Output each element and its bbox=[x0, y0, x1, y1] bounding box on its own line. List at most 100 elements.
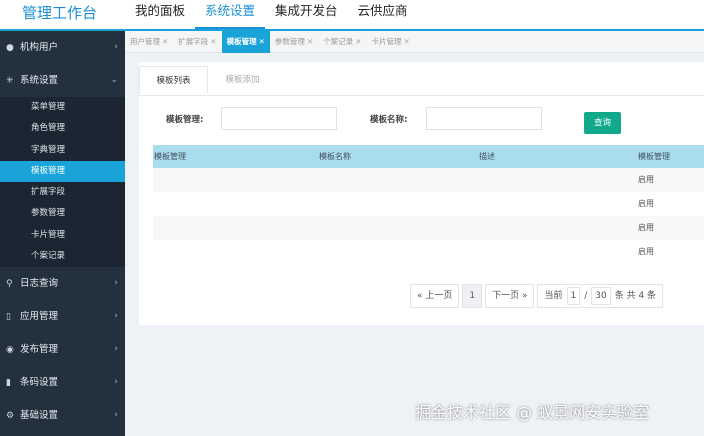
sidebar-group-org-users[interactable]: ● 机构用户 › bbox=[0, 31, 125, 64]
sidebar-item-template-manage[interactable]: 模板管理 bbox=[0, 160, 125, 183]
table-cell bbox=[153, 240, 318, 264]
top-nav: 我的面板 系统设置 集成开发台 云供应商 bbox=[125, 0, 418, 29]
column-header[interactable]: 模板管理 bbox=[153, 145, 318, 168]
sidebar-item-param-manage[interactable]: 参数管理 bbox=[0, 203, 125, 224]
tab-label: 个案记录 bbox=[323, 37, 354, 46]
status-cell: 启用 bbox=[638, 175, 654, 184]
close-icon[interactable]: ✕ bbox=[307, 37, 313, 46]
tab-label: 模板管理 bbox=[226, 37, 257, 46]
table-cell bbox=[478, 240, 637, 264]
close-icon[interactable]: ✕ bbox=[210, 37, 216, 46]
card-tabs: 模板列表 模板添加 bbox=[139, 66, 277, 96]
table-cell bbox=[318, 216, 478, 240]
topnav-cloud-supplier[interactable]: 云供应商 bbox=[348, 0, 418, 29]
chevron-right-icon: › bbox=[114, 410, 118, 421]
sidebar-group-label: 日志查询 bbox=[20, 278, 59, 290]
search-icon: ⚲ bbox=[6, 279, 13, 290]
table-cell bbox=[478, 216, 637, 240]
tab-template-manage[interactable]: 模板管理 ✕ bbox=[221, 31, 270, 53]
chevron-down-icon: ⌄ bbox=[110, 75, 118, 85]
current-label: 当前 bbox=[544, 291, 563, 301]
column-header[interactable]: 模板管理 bbox=[637, 145, 704, 168]
chevron-right-icon: › bbox=[114, 344, 118, 355]
top-bar: 管理工作台 我的面板 系统设置 集成开发台 云供应商 bbox=[0, 0, 704, 31]
content-card: 模板列表 模板添加 模板管理: 模板名称: 查询 模板管理 模板名称 描述 模板… bbox=[139, 62, 704, 325]
table-cell bbox=[318, 192, 478, 216]
sidebar-group-publish-manage[interactable]: ◉ 发布管理 › bbox=[0, 333, 125, 366]
template-name-input[interactable] bbox=[426, 107, 542, 130]
template-manage-label: 模板管理: bbox=[166, 115, 204, 125]
table-row[interactable]: 启用 bbox=[153, 216, 704, 240]
column-header[interactable]: 描述 bbox=[478, 145, 637, 168]
barcode-icon: ▮ bbox=[6, 378, 11, 389]
app-title[interactable]: 管理工作台 bbox=[0, 0, 125, 29]
table-row[interactable]: 启用 bbox=[153, 192, 704, 216]
current-page-input[interactable]: 1 bbox=[566, 287, 581, 305]
table-cell bbox=[318, 168, 478, 192]
close-icon[interactable]: ✕ bbox=[259, 37, 265, 46]
sidebar-item-role-manage[interactable]: 角色管理 bbox=[0, 118, 125, 139]
tab-template-list[interactable]: 模板列表 bbox=[139, 66, 208, 94]
sidebar-group-basic-settings[interactable]: ⚙ 基础设置 › bbox=[0, 399, 125, 432]
tab-param-manage[interactable]: 参数管理 ✕ bbox=[270, 31, 318, 53]
topnav-my-panel[interactable]: 我的面板 bbox=[125, 0, 195, 29]
divider bbox=[139, 95, 704, 96]
next-page-button[interactable]: 下一页 » bbox=[485, 284, 535, 308]
eye-icon: ◉ bbox=[6, 345, 14, 356]
tab-case-record[interactable]: 个案记录 ✕ bbox=[318, 31, 366, 53]
chevron-right-icon: › bbox=[114, 278, 118, 289]
close-icon[interactable]: ✕ bbox=[403, 37, 409, 46]
sidebar-item-card-manage[interactable]: 卡片管理 bbox=[0, 225, 125, 246]
template-manage-input[interactable] bbox=[221, 107, 337, 130]
sidebar-item-case-record[interactable]: 个案记录 bbox=[0, 246, 125, 267]
sidebar-group-label: 发布管理 bbox=[20, 344, 59, 356]
mobile-icon: ▯ bbox=[6, 312, 11, 323]
tab-template-add[interactable]: 模板添加 bbox=[208, 66, 277, 94]
sidebar: ● 机构用户 › ✳ 系统设置 ⌄ 菜单管理 角色管理 字典管理 模板管理 扩展… bbox=[0, 31, 125, 436]
sidebar-item-extend-field[interactable]: 扩展字段 bbox=[0, 182, 125, 203]
column-header[interactable]: 模板名称 bbox=[318, 145, 478, 168]
table-row[interactable]: 启用 bbox=[153, 168, 704, 192]
prev-page-button[interactable]: « 上一页 bbox=[410, 284, 460, 308]
tab-extend-field[interactable]: 扩展字段 ✕ bbox=[173, 31, 221, 53]
template-name-label: 模板名称: bbox=[370, 115, 408, 125]
table-cell bbox=[153, 216, 318, 240]
table-cell bbox=[478, 168, 637, 192]
sidebar-submenu: 菜单管理 角色管理 字典管理 模板管理 扩展字段 参数管理 卡片管理 个案记录 bbox=[0, 97, 125, 268]
close-icon[interactable]: ✕ bbox=[355, 37, 361, 46]
table-cell bbox=[478, 192, 637, 216]
topnav-dev-console[interactable]: 集成开发台 bbox=[265, 0, 348, 29]
sidebar-group-log-query[interactable]: ⚲ 日志查询 › bbox=[0, 267, 125, 300]
sidebar-group-label: 系统设置 bbox=[20, 75, 59, 86]
chevron-right-icon: › bbox=[114, 42, 118, 52]
page-size-select[interactable]: 30 bbox=[591, 287, 611, 305]
chevron-right-icon: › bbox=[114, 311, 118, 322]
sidebar-group-barcode-settings[interactable]: ▮ 条码设置 › bbox=[0, 366, 125, 399]
table-cell bbox=[318, 240, 478, 264]
user-icon: ● bbox=[6, 43, 14, 53]
page-number-button[interactable]: 1 bbox=[462, 284, 483, 308]
status-cell: 启用 bbox=[638, 247, 654, 256]
gear-icon: ✳ bbox=[6, 76, 14, 86]
settings-icon: ⚙ bbox=[6, 411, 15, 422]
page-tabs: 用户管理 ✕ 扩展字段 ✕ 模板管理 ✕ 参数管理 ✕ 个案记录 ✕ 卡片管理 ✕ bbox=[125, 31, 704, 53]
page-separator: / bbox=[584, 291, 588, 301]
topnav-system-settings[interactable]: 系统设置 bbox=[195, 0, 266, 29]
template-table: 模板管理 模板名称 描述 模板管理 启用 启用 启用 启用 bbox=[153, 145, 704, 264]
sidebar-group-label: 条码设置 bbox=[20, 377, 59, 389]
page-info: 当前 1 / 30 条 共 4 条 bbox=[537, 284, 664, 308]
close-icon[interactable]: ✕ bbox=[162, 37, 168, 46]
query-button[interactable]: 查询 bbox=[584, 112, 621, 134]
pagination: « 上一页 1 下一页 » 当前 1 / 30 条 共 4 条 bbox=[410, 284, 664, 308]
table-row[interactable]: 启用 bbox=[153, 240, 704, 264]
tab-label: 扩展字段 bbox=[178, 37, 209, 46]
chevron-right-icon: › bbox=[114, 377, 118, 388]
tab-user-manage[interactable]: 用户管理 ✕ bbox=[125, 31, 173, 53]
watermark: 掘金技术社区 @ 蚁景网安实验室 bbox=[415, 403, 650, 422]
sidebar-group-system-settings[interactable]: ✳ 系统设置 ⌄ bbox=[0, 64, 125, 97]
sidebar-item-dict-manage[interactable]: 字典管理 bbox=[0, 140, 125, 161]
sidebar-group-app-manage[interactable]: ▯ 应用管理 › bbox=[0, 300, 125, 333]
sidebar-item-menu-manage[interactable]: 菜单管理 bbox=[0, 97, 125, 118]
tab-card-manage[interactable]: 卡片管理 ✕ bbox=[366, 31, 414, 53]
tab-label: 卡片管理 bbox=[371, 37, 402, 46]
